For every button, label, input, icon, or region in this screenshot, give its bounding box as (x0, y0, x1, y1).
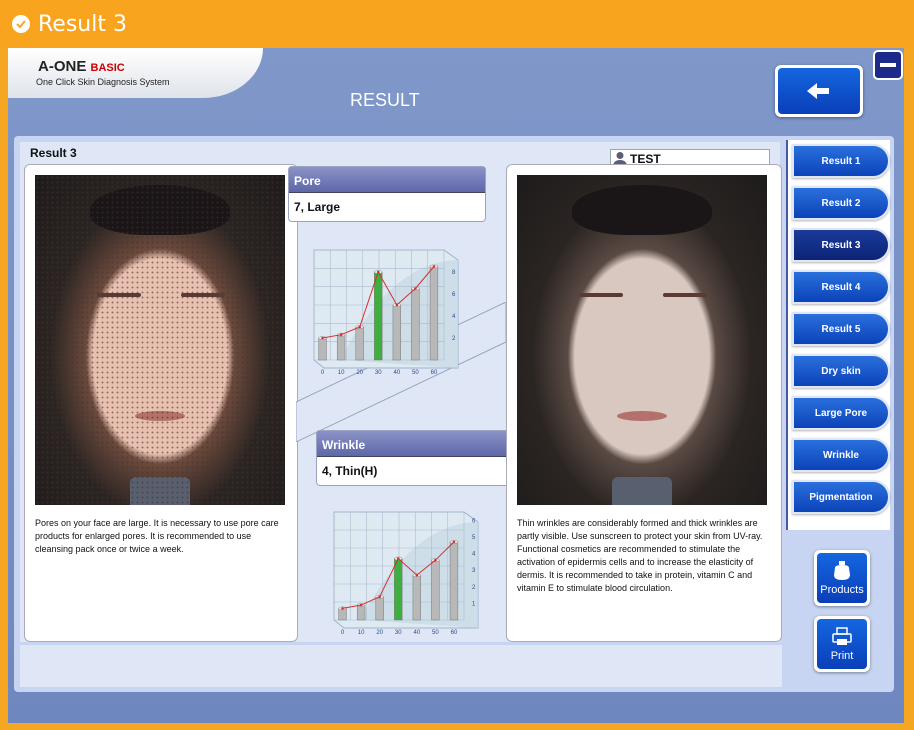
chart-bar (429, 264, 439, 361)
x-tick-label: 0 (341, 630, 345, 636)
back-button[interactable] (775, 65, 863, 117)
wrinkle-title: Wrinkle (317, 431, 513, 457)
sidebar-item-label: Result 3 (821, 239, 861, 251)
x-tick-label: 60 (451, 630, 458, 636)
sidebar-item-large-pore[interactable]: Large Pore (792, 396, 890, 430)
chart-bar (411, 286, 420, 361)
sidebar-item-label: Wrinkle (823, 449, 859, 461)
minimize-button[interactable] (873, 50, 903, 80)
x-tick-label: 20 (356, 370, 363, 376)
content-panel: Result 3 TEST Pores on your face are lar… (14, 136, 894, 692)
chart-bar (336, 332, 346, 361)
pore-result-card: Pores on your face are large. It is nece… (24, 164, 298, 642)
trend-point (321, 336, 324, 340)
sidebar-item-label: Result 2 (821, 197, 861, 209)
trend-point (415, 573, 419, 577)
wrinkle-description: Thin wrinkles are considerably formed an… (517, 518, 763, 593)
x-tick-label: 10 (338, 370, 345, 376)
chart-bar (412, 573, 421, 621)
trend-point (452, 540, 456, 544)
chart-bar (431, 558, 440, 621)
x-tick-label: 10 (358, 630, 365, 636)
trend-point (434, 558, 437, 562)
x-tick-label: 40 (413, 630, 420, 636)
wrinkle-analysis-photo (517, 175, 767, 505)
trend-point (376, 270, 380, 274)
sidebar-item-label: Result 1 (821, 155, 861, 167)
wrinkle-value: 4, Thin(H) (322, 464, 378, 478)
x-tick-label: 40 (393, 370, 400, 376)
products-label: Products (820, 584, 864, 596)
wrinkle-result-card: Thin wrinkles are considerably formed an… (506, 164, 782, 642)
logo: A-ONE BASIC One Click Skin Diagnosis Sys… (8, 48, 263, 98)
sidebar-item-wrinkle[interactable]: Wrinkle (792, 438, 890, 472)
sidebar-item-pigmentation[interactable]: Pigmentation (792, 480, 890, 514)
pore-value: 7, Large (294, 200, 341, 214)
x-tick-label: 0 (321, 370, 325, 376)
pore-title: Pore (289, 167, 485, 193)
window-title: Result 3 (38, 11, 127, 37)
trend-point (378, 595, 381, 599)
x-tick-label: 60 (431, 370, 438, 376)
print-label: Print (830, 650, 854, 662)
sidebar-item-label: Pigmentation (809, 491, 873, 503)
x-tick-label: 30 (395, 630, 402, 636)
checkmark-icon (12, 15, 30, 33)
back-arrow-icon (807, 83, 829, 99)
trend-point (395, 303, 399, 307)
chart-bar (318, 336, 327, 361)
window-title-bar: Result 3 (0, 0, 914, 48)
bottom-strip (20, 645, 782, 687)
sidebar-item-result-4[interactable]: Result 4 (792, 270, 890, 304)
sidebar-item-dry-skin[interactable]: Dry skin (792, 354, 890, 388)
trend-point (358, 325, 361, 329)
logo-brand: A-ONE (38, 58, 87, 75)
trend-point (414, 287, 417, 290)
trend-point (396, 557, 400, 560)
chart-bar (449, 540, 459, 621)
x-tick-label: 30 (375, 370, 382, 376)
sidebar-item-label: Dry skin (821, 365, 861, 377)
sidebar-item-result-5[interactable]: Result 5 (792, 312, 890, 346)
pore-chart: 0 10 20 30 40 50 602468 (313, 249, 459, 376)
chart-bar (392, 303, 401, 361)
sidebar-item-label: Large Pore (814, 407, 868, 419)
printer-icon (832, 627, 852, 645)
sidebar-item-label: Result 5 (821, 323, 861, 335)
trend-point (341, 607, 344, 610)
sidebar-item-result-2[interactable]: Result 2 (792, 186, 890, 220)
pore-analysis-photo (35, 175, 285, 505)
products-icon (834, 561, 850, 580)
pore-score-card: Pore 7, Large (288, 166, 486, 222)
chart-bar (394, 556, 403, 621)
chart-bar (374, 270, 383, 361)
logo-edition: BASIC (90, 62, 125, 74)
x-tick-label: 50 (412, 370, 419, 376)
result-area: Result 3 TEST Pores on your face are lar… (20, 142, 782, 642)
chart-bar (355, 325, 364, 361)
result-sidebar: Result 1 Result 2 Result 3 Result 4 Resu… (786, 140, 890, 530)
wrinkle-score-card: Wrinkle 4, Thin(H) (316, 430, 514, 486)
trend-point (339, 333, 343, 336)
sidebar-item-label: Result 4 (821, 281, 861, 293)
sidebar-item-result-3[interactable]: Result 3 (792, 228, 890, 262)
logo-tagline: One Click Skin Diagnosis System (36, 77, 170, 87)
pore-description: Pores on your face are large. It is nece… (35, 518, 279, 554)
products-button[interactable]: Products (814, 550, 870, 606)
result-label: Result 3 (30, 146, 77, 160)
x-tick-label: 20 (376, 630, 383, 636)
minimize-icon (880, 63, 896, 67)
app-frame: A-ONE BASIC One Click Skin Diagnosis Sys… (8, 48, 906, 723)
page-title: RESULT (350, 90, 420, 110)
print-button[interactable]: Print (814, 616, 870, 672)
trend-point (432, 265, 436, 268)
wrinkle-chart: 0 10 20 30 40 50 60123456 (333, 511, 479, 636)
trend-point (359, 603, 363, 607)
x-tick-label: 50 (432, 630, 439, 636)
sidebar-item-result-1[interactable]: Result 1 (792, 144, 890, 178)
chart-bar (375, 594, 384, 621)
